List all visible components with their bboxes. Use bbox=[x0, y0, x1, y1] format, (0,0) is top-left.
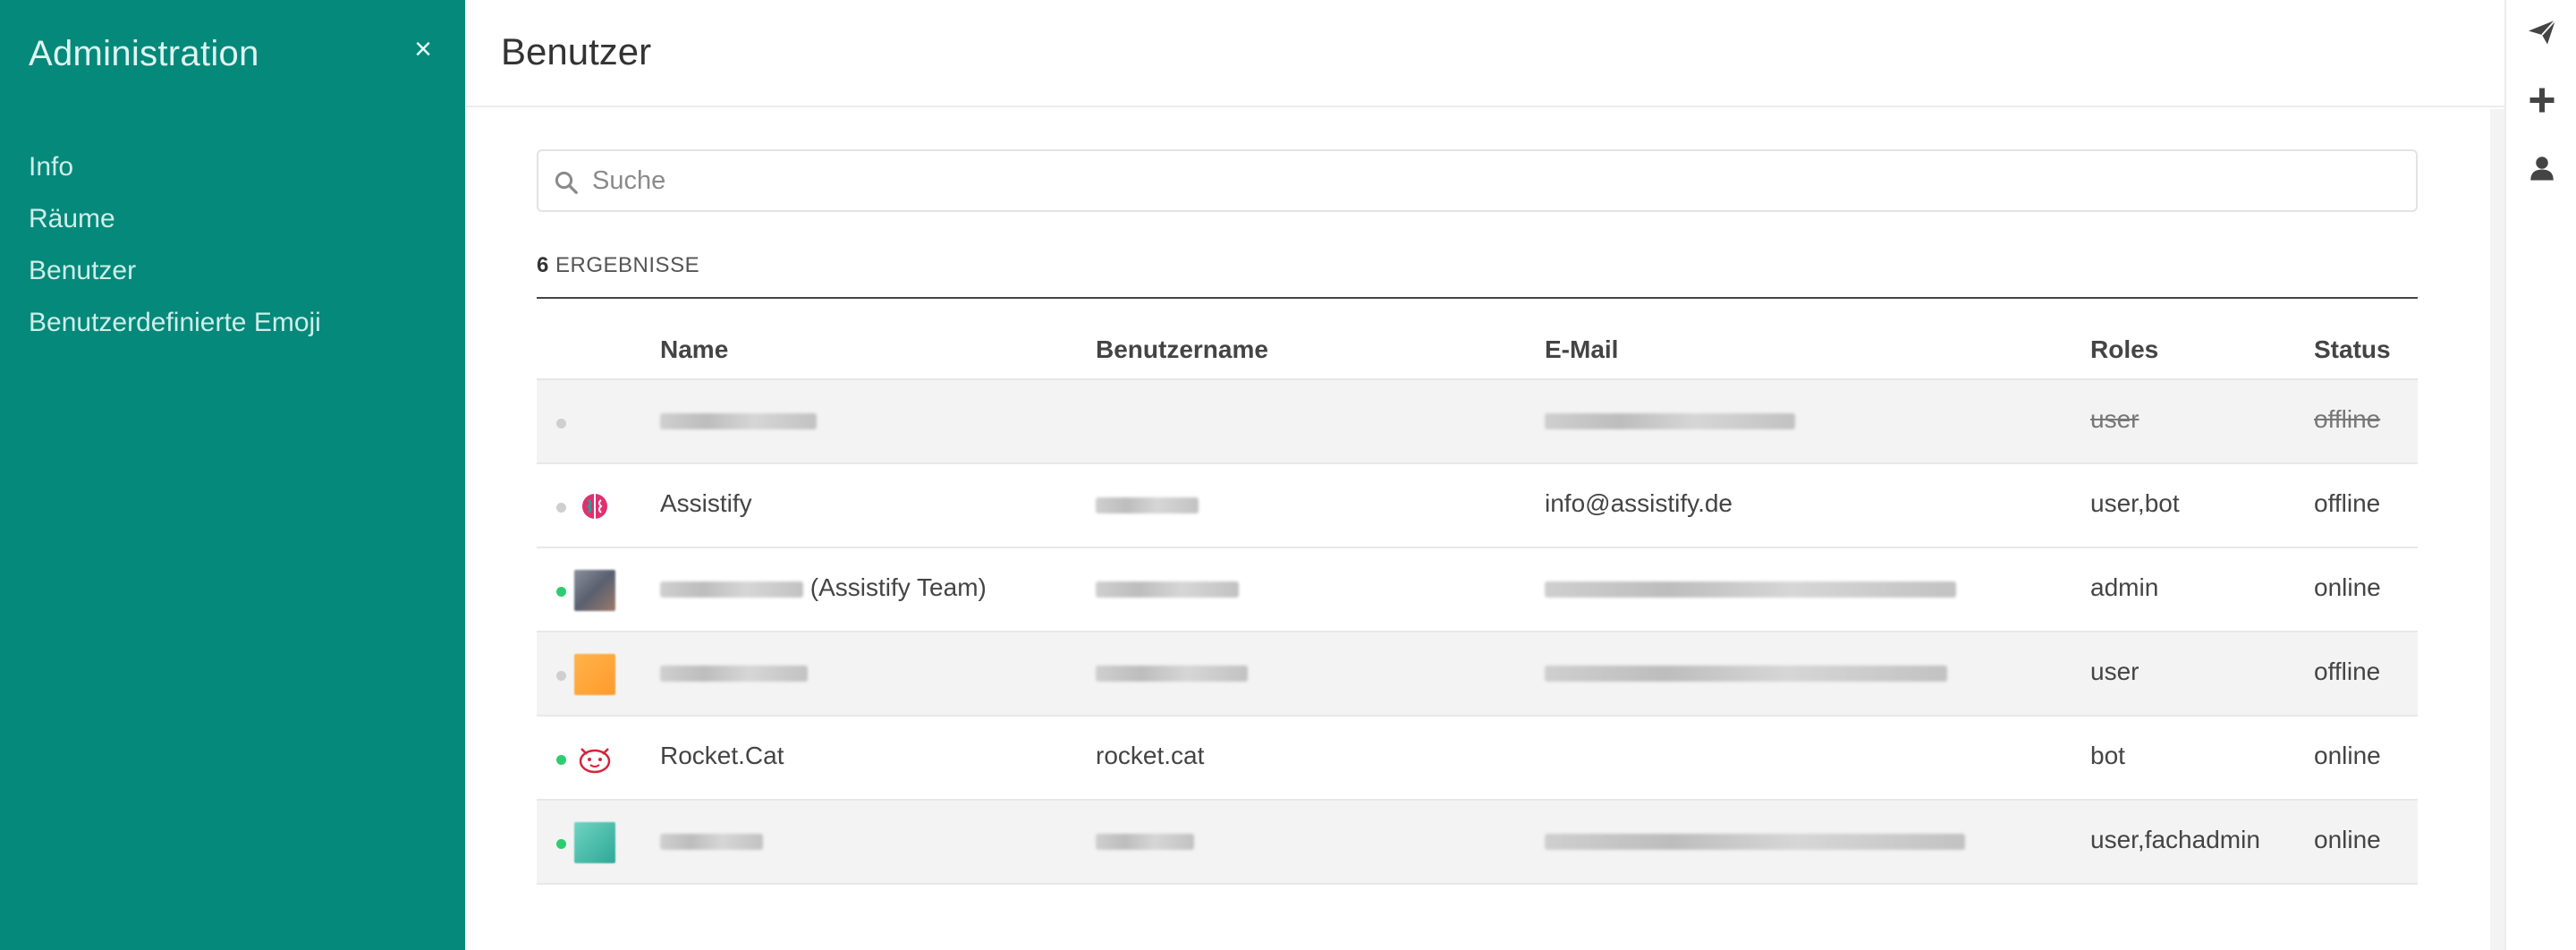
redacted-email bbox=[1545, 581, 1956, 598]
redacted-name bbox=[660, 581, 803, 598]
username-cell bbox=[1096, 657, 1248, 686]
roles-cell: bot bbox=[2090, 742, 2125, 769]
brain-icon bbox=[582, 494, 607, 519]
redacted-email bbox=[1545, 665, 1947, 682]
users-table: Name Benutzername E-Mail Roles Status us… bbox=[537, 327, 2418, 885]
username-cell bbox=[1096, 573, 1239, 602]
column-header-name[interactable]: Name bbox=[660, 335, 728, 364]
redacted-email bbox=[1545, 833, 1965, 850]
column-header-roles[interactable]: Roles bbox=[2090, 335, 2158, 364]
roles-cell: user bbox=[2090, 657, 2140, 685]
status-cell: offline bbox=[2314, 657, 2381, 685]
close-icon[interactable]: × bbox=[410, 34, 436, 64]
status-dot bbox=[556, 419, 566, 428]
email-cell bbox=[1545, 657, 1947, 686]
table-row[interactable]: user offline bbox=[537, 632, 2418, 717]
avatar bbox=[574, 654, 615, 695]
username-cell bbox=[1096, 826, 1194, 854]
page-header: Benutzer bbox=[465, 0, 2504, 107]
status-cell: offline bbox=[2314, 405, 2381, 433]
sidebar-item-rooms[interactable]: Räume bbox=[29, 202, 321, 254]
sidebar-nav: Info Räume Benutzer Benutzerdefinierte E… bbox=[29, 150, 321, 358]
status-cell: online bbox=[2314, 826, 2381, 853]
user-name-suffix: (Assistify Team) bbox=[809, 573, 987, 601]
roles-cell: user,fachadmin bbox=[2090, 826, 2260, 853]
name-cell bbox=[660, 657, 808, 686]
avatar bbox=[574, 570, 615, 611]
results-label: ERGEBNISSE bbox=[555, 253, 700, 277]
column-header-email[interactable]: E-Mail bbox=[1545, 335, 1618, 364]
page-title: Benutzer bbox=[501, 30, 652, 72]
redacted-username bbox=[1096, 833, 1194, 850]
status-cell: offline bbox=[2314, 489, 2381, 517]
redacted-email bbox=[1545, 412, 1795, 429]
column-header-username[interactable]: Benutzername bbox=[1096, 335, 1268, 364]
status-dot bbox=[556, 503, 566, 513]
username-cell bbox=[1096, 489, 1199, 518]
right-rail bbox=[2504, 0, 2576, 950]
results-number: 6 bbox=[537, 253, 549, 277]
email-cell bbox=[1545, 826, 1965, 854]
sidebar-title: Administration bbox=[29, 34, 259, 73]
status-cell: online bbox=[2314, 742, 2381, 769]
search-box bbox=[537, 149, 2418, 212]
status-dot bbox=[556, 671, 566, 681]
status-dot bbox=[556, 755, 566, 765]
main-content: Benutzer 6 ERGEBNISSE Name Benutzername … bbox=[465, 0, 2504, 950]
divider bbox=[537, 297, 2418, 299]
avatar bbox=[574, 822, 615, 863]
redacted-name bbox=[660, 665, 808, 682]
sidebar-item-info[interactable]: Info bbox=[29, 150, 321, 202]
status-cell: online bbox=[2314, 573, 2381, 601]
plus-icon[interactable] bbox=[2526, 84, 2558, 116]
username-cell: rocket.cat bbox=[1096, 742, 1205, 769]
user-name: Rocket.Cat bbox=[660, 742, 784, 769]
status-dot bbox=[556, 587, 566, 597]
name-cell: (Assistify Team) bbox=[660, 573, 987, 602]
status-dot bbox=[556, 839, 566, 849]
roles-cell: user,bot bbox=[2090, 489, 2180, 517]
redacted-name bbox=[660, 412, 817, 429]
redacted-name bbox=[660, 833, 763, 850]
email-cell bbox=[1545, 405, 1795, 434]
table-row[interactable]: Assistify info@assistify.de user,bot off… bbox=[537, 464, 2418, 548]
table-row[interactable]: (Assistify Team) admin online bbox=[537, 548, 2418, 632]
redacted-username bbox=[1096, 496, 1199, 513]
sidebar-item-users[interactable]: Benutzer bbox=[29, 254, 321, 306]
redacted-username bbox=[1096, 581, 1239, 598]
roles-cell: user bbox=[2090, 405, 2140, 433]
user-icon[interactable] bbox=[2526, 152, 2558, 184]
search-icon bbox=[555, 171, 578, 194]
redacted-username bbox=[1096, 665, 1248, 682]
scrollbar[interactable] bbox=[2490, 109, 2504, 950]
admin-sidebar: Administration × Info Räume Benutzer Ben… bbox=[0, 0, 465, 950]
table-row[interactable]: Rocket.Cat rocket.cat bot online bbox=[537, 717, 2418, 801]
results-count: 6 ERGEBNISSE bbox=[537, 253, 699, 278]
search-input[interactable] bbox=[592, 158, 2381, 203]
name-cell bbox=[660, 405, 817, 434]
email-cell bbox=[1545, 573, 1956, 602]
cat-icon bbox=[579, 748, 611, 774]
table-header: Name Benutzername E-Mail Roles Status bbox=[537, 327, 2418, 380]
table-row[interactable]: user,fachadmin online bbox=[537, 801, 2418, 885]
sidebar-item-custom-emoji[interactable]: Benutzerdefinierte Emoji bbox=[29, 306, 321, 358]
app: Administration × Info Räume Benutzer Ben… bbox=[0, 0, 2576, 950]
name-cell bbox=[660, 826, 763, 854]
paper-plane-icon[interactable] bbox=[2526, 16, 2558, 48]
column-header-status[interactable]: Status bbox=[2314, 335, 2391, 364]
email-cell: info@assistify.de bbox=[1545, 489, 1733, 517]
roles-cell: admin bbox=[2090, 573, 2159, 601]
table-row[interactable]: user offline bbox=[537, 380, 2418, 464]
user-name: Assistify bbox=[660, 489, 752, 517]
